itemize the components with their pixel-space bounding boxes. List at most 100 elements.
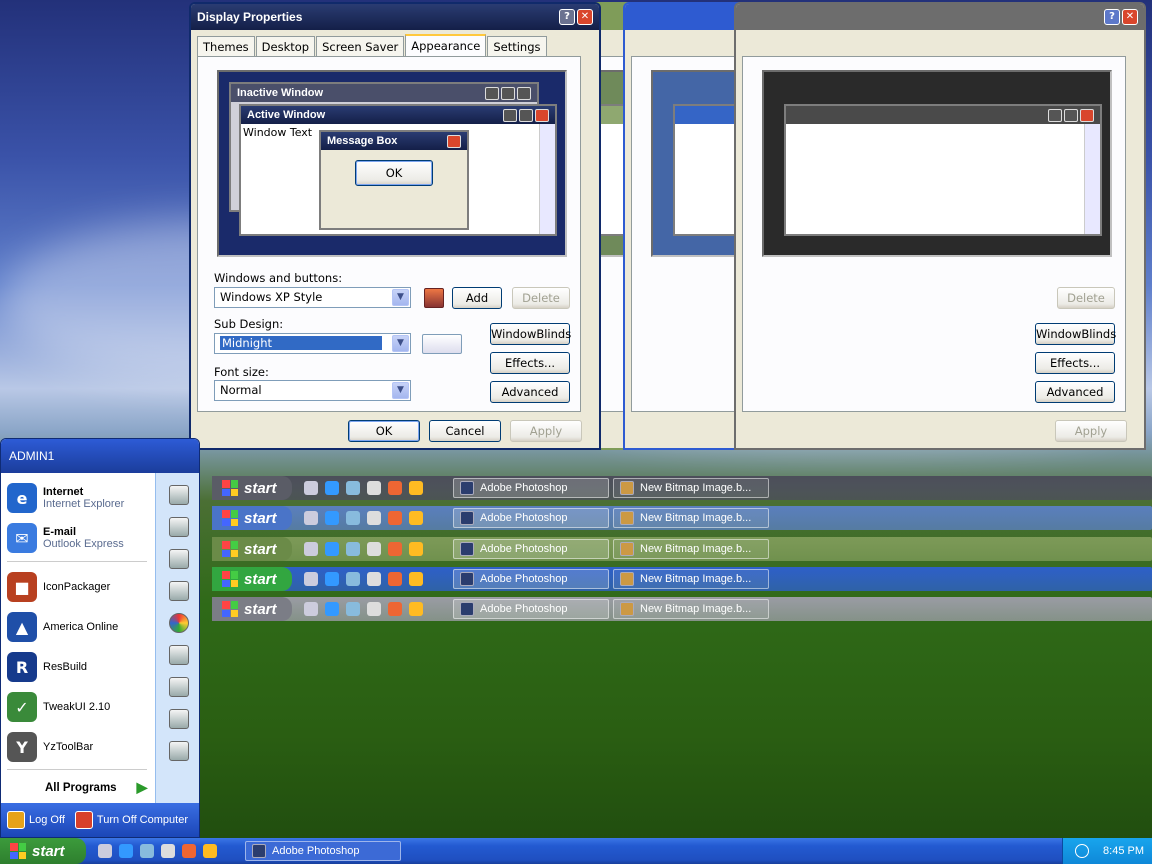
start-button[interactable]: start bbox=[212, 506, 292, 530]
add-button[interactable]: Add bbox=[452, 287, 502, 309]
show-desktop-icon[interactable] bbox=[304, 542, 318, 556]
firefox-icon[interactable] bbox=[182, 844, 196, 858]
media-icon[interactable] bbox=[346, 481, 360, 495]
log-off-button[interactable]: Log Off bbox=[7, 811, 65, 829]
show-desktop-icon[interactable] bbox=[304, 572, 318, 586]
notepad-icon[interactable] bbox=[367, 511, 381, 525]
effects-button[interactable]: Effects... bbox=[1035, 352, 1115, 374]
taskbar-item-bitmap[interactable]: New Bitmap Image.b... bbox=[613, 599, 769, 619]
tab-desktop[interactable]: Desktop bbox=[255, 36, 316, 58]
media-icon[interactable] bbox=[346, 511, 360, 525]
start-button[interactable]: start bbox=[0, 838, 86, 864]
taskbar-item-bitmap[interactable]: New Bitmap Image.b... bbox=[613, 569, 769, 589]
tray-arrow-icon[interactable] bbox=[1075, 844, 1090, 858]
taskbar-item-bitmap[interactable]: New Bitmap Image.b... bbox=[613, 508, 769, 528]
player-icon[interactable] bbox=[409, 481, 423, 495]
color-picker[interactable] bbox=[422, 334, 462, 354]
show-desktop-icon[interactable] bbox=[304, 602, 318, 616]
tab-settings[interactable]: Settings bbox=[487, 36, 547, 58]
show-desktop-icon[interactable] bbox=[304, 481, 318, 495]
start-button[interactable]: start bbox=[212, 537, 292, 561]
recent-aol[interactable]: ▲ America Online bbox=[7, 612, 118, 642]
cancel-button[interactable]: Cancel bbox=[429, 420, 501, 442]
notepad-icon[interactable] bbox=[367, 481, 381, 495]
advanced-button[interactable]: Advanced bbox=[490, 381, 570, 403]
media-icon[interactable] bbox=[346, 602, 360, 616]
pinned-email[interactable]: ✉ E-mail Outlook Express bbox=[7, 523, 124, 553]
firefox-icon[interactable] bbox=[388, 602, 402, 616]
windowblinds-button[interactable]: WindowBlinds bbox=[490, 323, 571, 345]
taskbar-item-photoshop[interactable]: Adobe Photoshop bbox=[453, 569, 609, 589]
printers-icon[interactable] bbox=[168, 645, 189, 665]
show-desktop-icon[interactable] bbox=[304, 511, 318, 525]
ie-icon[interactable] bbox=[325, 542, 339, 556]
taskbar-item-photoshop[interactable]: Adobe Photoshop bbox=[453, 539, 609, 559]
font-size-select[interactable]: Normal ▼ bbox=[214, 380, 411, 401]
sub-design-select[interactable]: Midnight ▼ bbox=[214, 333, 411, 354]
pinned-internet[interactable]: e Internet Internet Explorer bbox=[7, 483, 124, 513]
media-icon[interactable] bbox=[140, 844, 154, 858]
ie-icon[interactable] bbox=[325, 572, 339, 586]
ok-button[interactable]: OK bbox=[348, 420, 420, 442]
help-button[interactable]: ? bbox=[559, 9, 575, 25]
apply-button[interactable]: Apply bbox=[510, 420, 582, 442]
recent-yztoolbar[interactable]: Y YzToolBar bbox=[7, 732, 93, 762]
recent-iconpackager[interactable]: ■ IconPackager bbox=[7, 572, 110, 602]
notepad-icon[interactable] bbox=[367, 542, 381, 556]
taskbar-item-bitmap[interactable]: New Bitmap Image.b... bbox=[613, 478, 769, 498]
start-button[interactable]: start bbox=[212, 567, 292, 591]
taskbar-item-bitmap[interactable]: New Bitmap Image.b... bbox=[613, 539, 769, 559]
apply-button[interactable]: Apply bbox=[1055, 420, 1127, 442]
title-bar[interactable]: Display Properties ? ✕ bbox=[191, 4, 599, 30]
start-button[interactable]: start bbox=[212, 476, 292, 500]
recent-tweakui[interactable]: ✓ TweakUI 2.10 bbox=[7, 692, 110, 722]
help-button[interactable]: ? bbox=[1104, 9, 1120, 25]
firefox-icon[interactable] bbox=[388, 572, 402, 586]
player-icon[interactable] bbox=[409, 602, 423, 616]
taskbar-item-photoshop[interactable]: Adobe Photoshop bbox=[453, 599, 609, 619]
ie-icon[interactable] bbox=[119, 844, 133, 858]
taskbar-item-photoshop[interactable]: Adobe Photoshop bbox=[453, 478, 609, 498]
recent-resbuild[interactable]: R ResBuild bbox=[7, 652, 87, 682]
ie-icon[interactable] bbox=[325, 481, 339, 495]
notepad-icon[interactable] bbox=[161, 844, 175, 858]
effects-button[interactable]: Effects... bbox=[490, 352, 570, 374]
close-button[interactable]: ✕ bbox=[577, 9, 593, 25]
turn-off-button[interactable]: Turn Off Computer bbox=[74, 811, 188, 829]
chevron-down-icon[interactable]: ▼ bbox=[392, 335, 409, 352]
firefox-icon[interactable] bbox=[388, 542, 402, 556]
title-bar[interactable]: ?✕ bbox=[736, 4, 1144, 30]
theme-manager-icon[interactable] bbox=[424, 288, 444, 308]
control-panel-icon[interactable] bbox=[168, 581, 189, 601]
windows-buttons-select[interactable]: Windows XP Style ▼ bbox=[214, 287, 411, 308]
search-icon[interactable] bbox=[168, 709, 189, 729]
notepad-icon[interactable] bbox=[367, 602, 381, 616]
help-icon[interactable] bbox=[168, 677, 189, 697]
run-icon[interactable] bbox=[168, 741, 189, 761]
player-icon[interactable] bbox=[203, 844, 217, 858]
media-icon[interactable] bbox=[346, 572, 360, 586]
tab-themes[interactable]: Themes bbox=[197, 36, 255, 58]
player-icon[interactable] bbox=[409, 511, 423, 525]
close-button[interactable]: ✕ bbox=[1122, 9, 1138, 25]
media-icon[interactable] bbox=[346, 542, 360, 556]
ie-icon[interactable] bbox=[325, 511, 339, 525]
tab-appearance[interactable]: Appearance bbox=[405, 34, 487, 58]
taskbar-item-photoshop[interactable]: Adobe Photoshop bbox=[453, 508, 609, 528]
notepad-icon[interactable] bbox=[367, 572, 381, 586]
all-programs-button[interactable]: All Programs ▶ bbox=[45, 779, 147, 796]
network-icon[interactable] bbox=[168, 613, 189, 633]
tab-screen-saver[interactable]: Screen Saver bbox=[316, 36, 405, 58]
firefox-icon[interactable] bbox=[388, 481, 402, 495]
chevron-down-icon[interactable]: ▼ bbox=[392, 289, 409, 306]
computer-icon[interactable] bbox=[168, 549, 189, 569]
taskbar-item-photoshop[interactable]: Adobe Photoshop bbox=[245, 841, 401, 861]
chevron-down-icon[interactable]: ▼ bbox=[392, 382, 409, 399]
recent-documents-icon[interactable] bbox=[168, 517, 189, 537]
ie-icon[interactable] bbox=[325, 602, 339, 616]
start-button[interactable]: start bbox=[212, 597, 292, 621]
windowblinds-button[interactable]: WindowBlinds bbox=[1035, 323, 1116, 345]
player-icon[interactable] bbox=[409, 572, 423, 586]
documents-icon[interactable] bbox=[168, 485, 189, 505]
advanced-button[interactable]: Advanced bbox=[1035, 381, 1115, 403]
